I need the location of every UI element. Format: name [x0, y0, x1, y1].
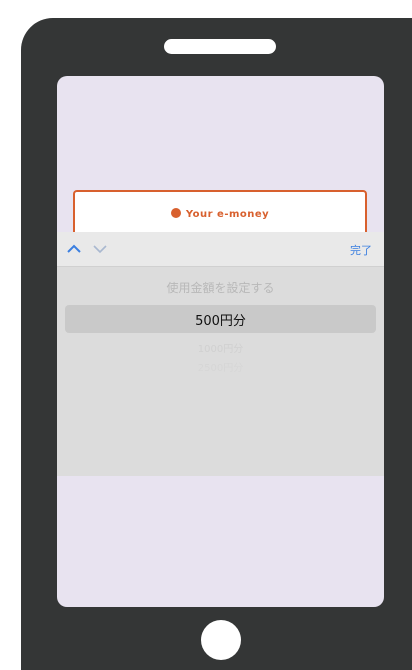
picker-option[interactable]: 2500円分: [57, 359, 384, 374]
info-icon: [170, 208, 181, 218]
amount-picker: 完了 使用金額を設定する 500円分 1000円分 2500円分: [57, 232, 384, 476]
chevron-down-icon[interactable]: [91, 242, 109, 256]
phone-screen: Your e-money 完了 使用金額を設定する 500円分 1000円分 2…: [57, 76, 384, 607]
picker-wheel[interactable]: 使用金額を設定する 500円分 1000円分 2500円分: [57, 266, 384, 476]
card-title-text: Your e-money: [185, 209, 270, 220]
done-button[interactable]: 完了: [350, 242, 372, 258]
picker-header: 使用金額を設定する: [166, 281, 275, 295]
home-button[interactable]: [201, 620, 241, 660]
picker-option[interactable]: 1000円分: [57, 340, 384, 355]
picker-toolbar: 完了: [57, 232, 384, 267]
picker-option-selected[interactable]: 500円分: [57, 310, 384, 329]
phone-frame: Your e-money 完了 使用金額を設定する 500円分 1000円分 2…: [21, 18, 412, 670]
chevron-up-icon[interactable]: [65, 242, 83, 256]
speaker-slot: [164, 39, 276, 54]
card-title: Your e-money: [75, 208, 365, 220]
